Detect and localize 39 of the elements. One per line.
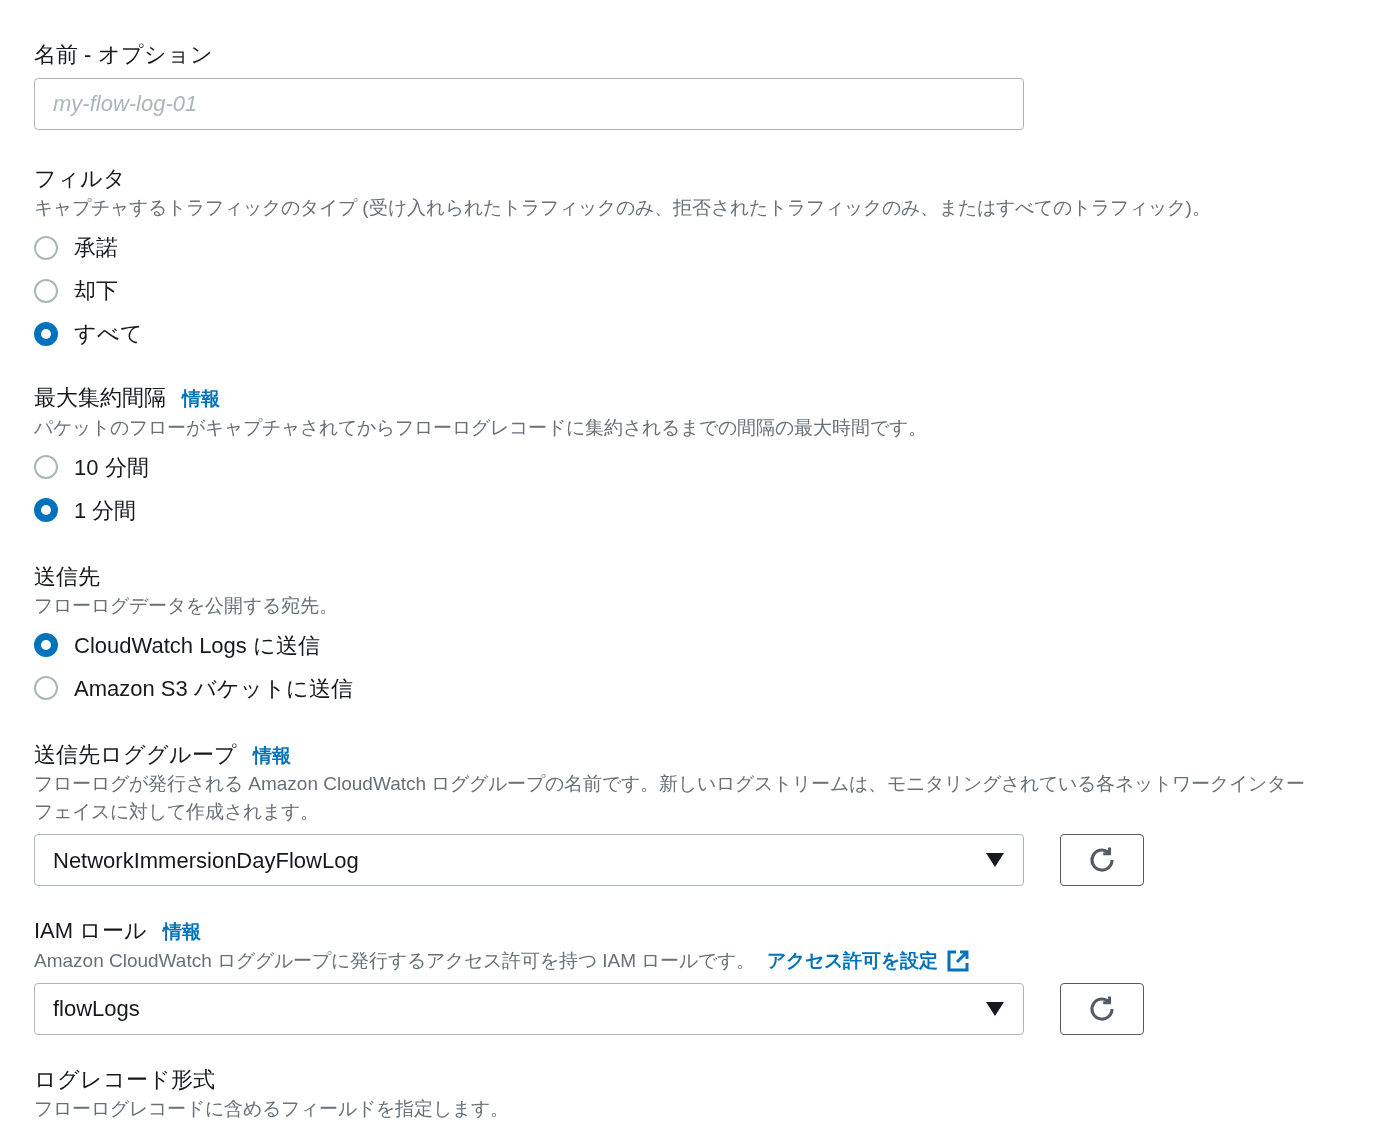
field-label: 送信先 (34, 562, 100, 591)
field-label: フィルタ (34, 165, 126, 193)
info-link[interactable]: 情報 (163, 918, 202, 947)
radio-option[interactable]: 1 分間 (34, 488, 1400, 532)
field-label: ログレコード形式 (34, 1065, 215, 1094)
caret-down-icon (985, 1000, 1005, 1017)
field-label: 最大集約間隔 (34, 384, 166, 412)
radio-option[interactable]: CloudWatch Logs に送信 (34, 623, 1400, 667)
info-link[interactable]: 情報 (182, 385, 220, 414)
radio-button[interactable] (34, 498, 58, 522)
field-description: キャプチャするトラフィックのタイプ (受け入れられたトラフィックのみ、拒否されたトラフィックのみ、またはすべてのトラフィック)。 (34, 196, 1212, 220)
radio-option[interactable]: すべて (34, 312, 1400, 355)
external-link-icon (946, 948, 971, 973)
field-description: フローログが発行される Amazon CloudWatch ロググループの名前です。新しいログストリームは、モニタリングされている各ネットワークインターフェイスに対して作成されます。 (34, 772, 1307, 824)
refresh-button[interactable] (1060, 834, 1144, 886)
radio-button[interactable] (34, 278, 58, 303)
radio-button[interactable] (34, 676, 58, 700)
refresh-button[interactable] (1060, 982, 1144, 1035)
field-description: フローログデータを公開する宛先。 (34, 593, 339, 618)
radio-button[interactable] (34, 321, 58, 346)
radio-button[interactable] (34, 455, 58, 479)
radio-button[interactable] (34, 633, 58, 657)
select-dropdown[interactable]: flowLogs (34, 982, 1024, 1035)
select-dropdown[interactable]: NetworkImmersionDayFlowLog (34, 834, 1024, 886)
field-description: パケットのフローがキャプチャされてからフローログレコードに集約されるまでの間隔の最大時間です。 (34, 415, 928, 440)
radio-option[interactable]: 却下 (34, 269, 1400, 312)
field-label: 送信先ロググループ (34, 740, 237, 769)
info-link[interactable]: 情報 (253, 741, 291, 770)
field-label: IAM ロール (34, 917, 148, 945)
field-description: フローログレコードに含めるフィールドを指定します。 (34, 1096, 510, 1121)
radio-option[interactable]: Amazon S3 バケットに送信 (34, 666, 1400, 710)
caret-down-icon (985, 852, 1005, 868)
radio-option[interactable]: 承諾 (34, 226, 1400, 269)
field-label: 名前 - オプション (34, 41, 213, 69)
permission-link[interactable]: アクセス許可を設定 (767, 946, 971, 975)
field-description: Amazon CloudWatch ロググループに発行するアクセス許可を持つ IAM ロールです。 アクセス許可を設定 (34, 946, 1324, 975)
radio-option[interactable]: 10 分間 (34, 445, 1400, 489)
name-input-field[interactable]: my-flow-log-01 (34, 78, 1024, 130)
radio-button[interactable] (34, 235, 58, 260)
